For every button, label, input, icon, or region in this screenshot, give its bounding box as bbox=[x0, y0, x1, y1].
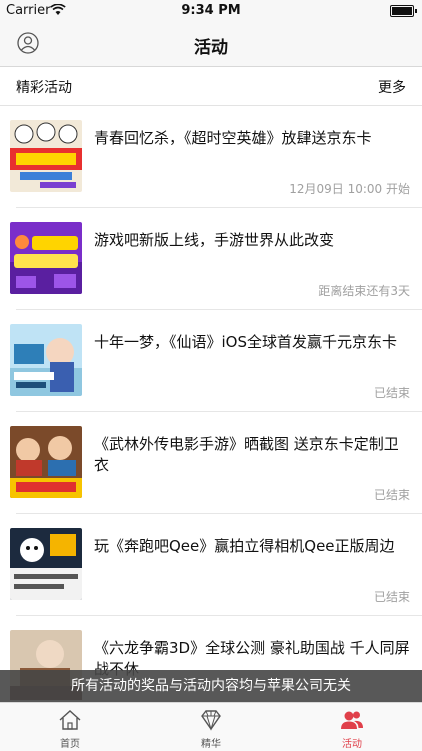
activity-thumbnail bbox=[10, 528, 82, 600]
more-link[interactable]: 更多 bbox=[378, 77, 406, 97]
activity-title: 玩《奔跑吧Qee》赢拍立得相机Qee正版周边 bbox=[94, 537, 395, 555]
status-bar: Carrier 9:34 PM bbox=[0, 0, 422, 22]
activity-thumbnail bbox=[10, 426, 82, 498]
activity-item[interactable]: 玩《奔跑吧Qee》赢拍立得相机Qee正版周边 已结束 bbox=[0, 514, 422, 616]
activity-item[interactable]: 《武林外传电影手游》晒截图 送京东卡定制卫衣 已结束 bbox=[0, 412, 422, 514]
users-icon bbox=[341, 711, 363, 729]
tab-bar: 首页 精华 活动 bbox=[0, 702, 422, 751]
activity-status: 已结束 bbox=[373, 590, 410, 604]
activity-status: 12月09日 10:00 开始 bbox=[289, 182, 410, 196]
activity-title: 游戏吧新版上线，手游世界从此改变 bbox=[94, 231, 335, 249]
tab-label: 活动 bbox=[342, 739, 362, 750]
activity-title: 青春回忆杀，《超时空英雄》放肆送京东卡 bbox=[94, 129, 372, 147]
activity-title: 十年一梦，《仙语》iOS全球首发赢千元京东卡 bbox=[94, 333, 397, 351]
activity-item[interactable]: 十年一梦，《仙语》iOS全球首发赢千元京东卡 已结束 bbox=[0, 310, 422, 412]
tab-label: 首页 bbox=[60, 739, 80, 750]
tab-activities[interactable]: 活动 bbox=[282, 703, 422, 751]
diamond-icon bbox=[201, 710, 221, 731]
tab-featured[interactable]: 精华 bbox=[141, 703, 281, 751]
section-title: 精彩活动 bbox=[16, 80, 72, 96]
navigation-bar: 活动 bbox=[0, 22, 422, 67]
activity-title: 《武林外传电影手游》晒截图 送京东卡定制卫衣 bbox=[94, 435, 399, 474]
tab-home[interactable]: 首页 bbox=[0, 703, 140, 751]
activity-list: 青春回忆杀，《超时空英雄》放肆送京东卡 12月09日 10:00 开始 游戏吧新… bbox=[0, 106, 422, 700]
activity-thumbnail bbox=[10, 222, 82, 294]
activity-status: 已结束 bbox=[373, 386, 410, 400]
section-header: 精彩活动 更多 bbox=[0, 67, 422, 106]
activity-status: 已结束 bbox=[373, 488, 410, 502]
activity-status: 距离结束还有3天 bbox=[318, 284, 410, 298]
activity-item[interactable]: 青春回忆杀，《超时空英雄》放肆送京东卡 12月09日 10:00 开始 bbox=[0, 106, 422, 208]
activity-thumbnail bbox=[10, 120, 82, 192]
disclaimer-banner: 所有活动的奖品与活动内容均与苹果公司无关 bbox=[0, 670, 422, 702]
tab-label: 精华 bbox=[201, 739, 221, 750]
page-title: 活动 bbox=[194, 38, 228, 58]
home-icon bbox=[59, 710, 81, 730]
activity-item[interactable]: 游戏吧新版上线，手游世界从此改变 距离结束还有3天 bbox=[0, 208, 422, 310]
clock: 9:34 PM bbox=[181, 3, 241, 18]
battery-icon bbox=[390, 5, 417, 17]
activity-thumbnail bbox=[10, 324, 82, 396]
